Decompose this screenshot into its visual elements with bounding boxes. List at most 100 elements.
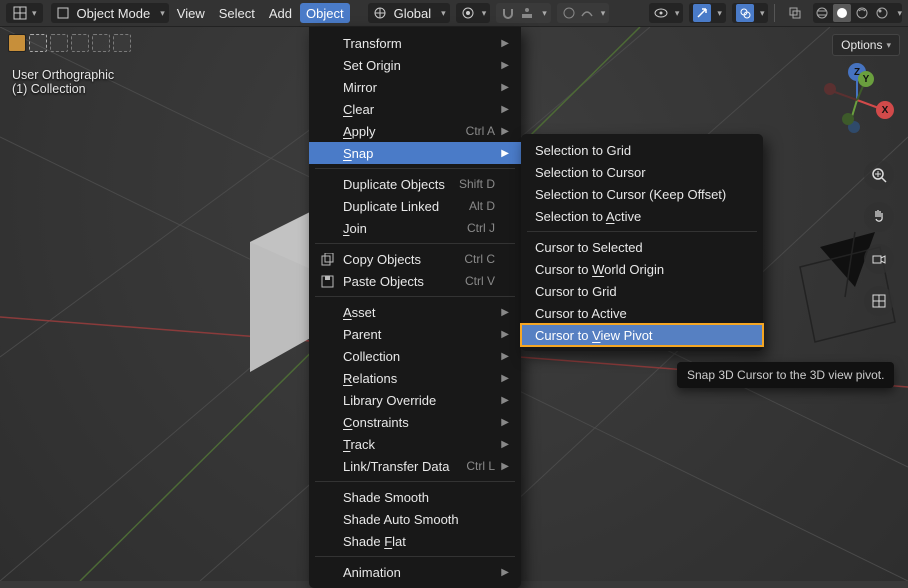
axis-y-ball[interactable]: Y <box>858 71 874 87</box>
rendered-shading-icon[interactable] <box>873 4 891 22</box>
select-box-tool[interactable] <box>29 34 47 52</box>
solid-shading-icon[interactable] <box>833 4 851 22</box>
chevron-down-icon: ▾ <box>897 8 902 19</box>
submenu-item-selection-to-active[interactable]: Selection to Active <box>521 205 763 227</box>
menu-item-animation[interactable]: Animation▶ <box>309 561 521 583</box>
xray-toggle[interactable] <box>781 3 809 23</box>
snap-toggle[interactable]: ▾ <box>496 3 551 23</box>
axis-neg-x-ball[interactable] <box>824 83 836 95</box>
menu-item-join[interactable]: JoinCtrl J <box>309 217 521 239</box>
menu-separator <box>527 231 757 232</box>
menu-item-duplicate-objects[interactable]: Duplicate ObjectsShift D <box>309 173 521 195</box>
select-circle-tool[interactable] <box>50 34 68 52</box>
pan-icon[interactable] <box>864 202 894 232</box>
options-label: Options <box>841 38 882 52</box>
menu-item-copy-objects[interactable]: Copy ObjectsCtrl C <box>309 248 521 270</box>
menu-select[interactable]: Select <box>213 3 261 23</box>
submenu-item-selection-to-cursor[interactable]: Selection to Cursor <box>521 161 763 183</box>
menu-add[interactable]: Add <box>263 3 298 23</box>
menu-item-transform[interactable]: Transform▶ <box>309 32 521 54</box>
proportional-icon <box>561 5 577 21</box>
separator <box>774 4 775 22</box>
select-invert-tool[interactable] <box>92 34 110 52</box>
submenu-item-label: Selection to Cursor (Keep Offset) <box>535 187 726 202</box>
axis-neg-y-ball[interactable] <box>842 113 854 125</box>
submenu-item-cursor-to-grid[interactable]: Cursor to Grid <box>521 280 763 302</box>
overlay-dropdown[interactable]: ▾ <box>732 3 769 23</box>
menu-item-label: Paste Objects <box>343 274 465 289</box>
editor-type-button[interactable]: ▾ <box>6 3 43 23</box>
menu-item-label: Relations <box>343 371 499 386</box>
copy-icon <box>319 251 335 267</box>
camera-view-icon[interactable] <box>864 244 894 274</box>
menu-item-paste-objects[interactable]: Paste ObjectsCtrl V <box>309 270 521 292</box>
tooltip: Snap 3D Cursor to the 3D view pivot. <box>677 362 894 388</box>
submenu-arrow-icon: ▶ <box>499 439 509 450</box>
menu-item-duplicate-linked[interactable]: Duplicate LinkedAlt D <box>309 195 521 217</box>
select-tweak-tool[interactable] <box>8 34 26 52</box>
object-menu: Transform▶Set Origin▶Mirror▶Clear▶ApplyC… <box>309 27 521 588</box>
submenu-arrow-icon: ▶ <box>499 373 509 384</box>
menu-item-track[interactable]: Track▶ <box>309 433 521 455</box>
gizmo-dropdown[interactable]: ▾ <box>689 3 726 23</box>
menu-item-snap[interactable]: Snap▶ <box>309 142 521 164</box>
menu-item-clear[interactable]: Clear▶ <box>309 98 521 120</box>
chevron-down-icon: ▾ <box>675 8 680 19</box>
menu-item-label: Parent <box>343 327 499 342</box>
menu-object[interactable]: Object <box>300 3 350 23</box>
submenu-arrow-icon: ▶ <box>499 417 509 428</box>
xray-icon <box>787 5 803 21</box>
menu-item-label: Duplicate Objects <box>343 177 459 192</box>
navigation-gizmo[interactable]: Z Y X <box>822 65 892 135</box>
menu-item-shade-smooth[interactable]: Shade Smooth <box>309 486 521 508</box>
submenu-item-cursor-to-active[interactable]: Cursor to Active <box>521 302 763 324</box>
paste-icon <box>319 273 335 289</box>
select-subtract-tool[interactable] <box>113 34 131 52</box>
menu-item-label: Library Override <box>343 393 499 408</box>
axis-x-ball[interactable]: X <box>876 101 894 119</box>
menu-item-link-transfer-data[interactable]: Link/Transfer DataCtrl L▶ <box>309 455 521 477</box>
proportional-edit-toggle[interactable]: ▾ <box>557 3 610 23</box>
submenu-item-cursor-to-view-pivot[interactable]: Cursor to View Pivot <box>521 324 763 346</box>
submenu-item-cursor-to-selected[interactable]: Cursor to Selected <box>521 236 763 258</box>
visibility-dropdown[interactable]: ▾ <box>649 3 684 23</box>
menu-item-mirror[interactable]: Mirror▶ <box>309 76 521 98</box>
snap-mode-icon <box>518 4 536 22</box>
select-tool-strip <box>8 34 131 52</box>
menu-item-parent[interactable]: Parent▶ <box>309 323 521 345</box>
menu-item-set-origin[interactable]: Set Origin▶ <box>309 54 521 76</box>
menu-item-constraints[interactable]: Constraints▶ <box>309 411 521 433</box>
select-lasso-tool[interactable] <box>71 34 89 52</box>
menu-view[interactable]: View <box>171 3 211 23</box>
pivot-selector[interactable]: ▾ <box>456 3 491 23</box>
wireframe-shading-icon[interactable] <box>813 4 831 22</box>
perspective-toggle-icon[interactable] <box>864 286 894 316</box>
menu-item-shade-auto-smooth[interactable]: Shade Auto Smooth <box>309 508 521 530</box>
material-shading-icon[interactable] <box>853 4 871 22</box>
submenu-item-selection-to-grid[interactable]: Selection to Grid <box>521 139 763 161</box>
chevron-down-icon: ▾ <box>160 8 165 19</box>
submenu-item-cursor-to-world-origin[interactable]: Cursor to World Origin <box>521 258 763 280</box>
submenu-item-selection-to-cursor-keep-offset-[interactable]: Selection to Cursor (Keep Offset) <box>521 183 763 205</box>
menu-item-label: Clear <box>343 102 499 117</box>
menu-item-collection[interactable]: Collection▶ <box>309 345 521 367</box>
zoom-icon[interactable] <box>864 160 894 190</box>
shading-modes[interactable]: ▾ <box>813 3 902 23</box>
menu-separator <box>315 556 515 557</box>
arrow-icon <box>693 4 711 22</box>
menu-item-library-override[interactable]: Library Override▶ <box>309 389 521 411</box>
menu-item-shortcut: Ctrl J <box>467 221 495 235</box>
chevron-down-icon: ▾ <box>717 8 722 19</box>
chevron-down-icon: ▾ <box>32 8 37 19</box>
menu-item-asset[interactable]: Asset▶ <box>309 301 521 323</box>
submenu-item-label: Cursor to Active <box>535 306 627 321</box>
menu-item-shade-flat[interactable]: Shade Flat <box>309 530 521 552</box>
menu-item-label: Asset <box>343 305 499 320</box>
menu-item-apply[interactable]: ApplyCtrl A▶ <box>309 120 521 142</box>
menu-item-shortcut: Ctrl V <box>465 274 495 288</box>
menu-item-relations[interactable]: Relations▶ <box>309 367 521 389</box>
mode-selector[interactable]: Object Mode ▾ <box>51 3 169 23</box>
orientation-selector[interactable]: Global ▾ <box>368 3 450 23</box>
options-dropdown[interactable]: Options ▾ <box>832 34 900 56</box>
menu-separator <box>315 168 515 169</box>
